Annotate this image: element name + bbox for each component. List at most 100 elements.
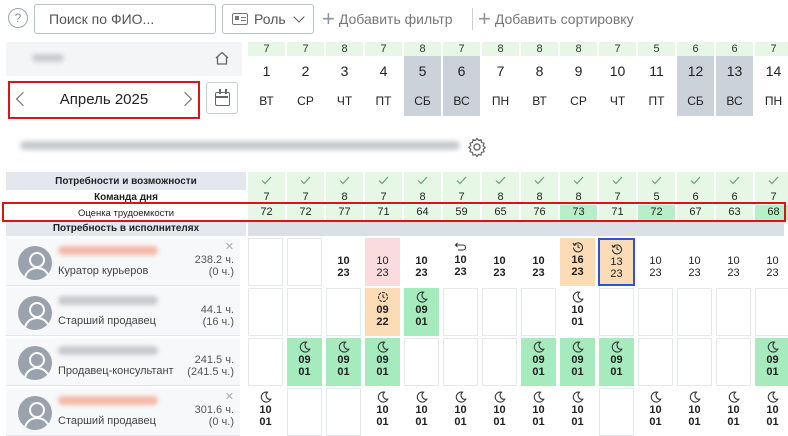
shift-cell[interactable]	[521, 288, 556, 336]
role-select[interactable]: Роль	[222, 4, 314, 34]
shift-end: 23	[493, 267, 506, 279]
day-column-13[interactable]: 6 13 ВС	[716, 42, 753, 116]
shift-cell[interactable]: 10 01	[716, 388, 751, 436]
day-column-1[interactable]: 7 1 ВТ	[248, 42, 285, 116]
shift-cell[interactable]: 10 01	[560, 388, 595, 436]
shift-cell[interactable]	[599, 388, 634, 436]
shift-cell[interactable]	[599, 288, 634, 336]
shift-cell[interactable]	[287, 288, 322, 336]
remove-employee-icon[interactable]: ✕	[225, 390, 234, 403]
shift-cell[interactable]: 10 23	[638, 238, 673, 286]
day-column-9[interactable]: 8 9 СР	[560, 42, 597, 116]
shift-cell[interactable]: 09 01	[521, 338, 556, 386]
shift-cell[interactable]: 10 23	[677, 238, 712, 286]
shift-cell[interactable]: 09 01	[326, 338, 361, 386]
month-label: Апрель 2025	[59, 91, 149, 108]
shift-end: 01	[298, 366, 311, 378]
employee-card[interactable]: Старший продавец 44.1 ч. (16 ч.)	[6, 288, 240, 336]
shift-cell[interactable]	[404, 338, 439, 386]
employee-name-blurred	[58, 246, 158, 255]
day-column-14[interactable]: 7 14 ПН	[755, 42, 788, 116]
shift-cell[interactable]: 10 01	[482, 388, 517, 436]
day-column-11[interactable]: 5 11 ПТ	[638, 42, 675, 116]
shift-cell[interactable]: 09 01	[599, 338, 634, 386]
shift-cell[interactable]: 10 23	[404, 238, 439, 286]
plus-icon: +	[322, 6, 335, 31]
shift-cell[interactable]	[755, 288, 788, 336]
day-column-3[interactable]: 8 3 ЧТ	[326, 42, 363, 116]
shift-cell[interactable]: 10 01	[521, 388, 556, 436]
day-column-4[interactable]: 7 4 ПТ	[365, 42, 402, 116]
shift-cell[interactable]: 13 23	[598, 238, 635, 286]
day-column-5[interactable]: 8 5 СБ	[404, 42, 441, 116]
shift-cell[interactable]	[716, 288, 751, 336]
add-sort-button[interactable]: + Добавить сортировку	[478, 4, 634, 34]
day-staff-count: 8	[560, 42, 597, 56]
home-icon[interactable]	[214, 50, 230, 66]
search-input[interactable]: Поиск по ФИО...	[34, 4, 216, 34]
shift-cell[interactable]	[326, 288, 361, 336]
shift-cell[interactable]: 16 23	[560, 238, 595, 286]
day-column-6[interactable]: 7 6 ВС	[443, 42, 480, 116]
shift-start: 10	[571, 304, 584, 316]
employee-card[interactable]: Продавец-консультант 241.5 ч. (241.5 ч.)	[6, 338, 240, 386]
shift-cell[interactable]: 10 01	[404, 388, 439, 436]
shift-cell[interactable]	[638, 288, 673, 336]
shift-cell[interactable]: 10 01	[365, 388, 400, 436]
day-column-2[interactable]: 7 2 СР	[287, 42, 324, 116]
shift-cell[interactable]: 10 23	[482, 238, 517, 286]
shift-cell[interactable]	[248, 338, 283, 386]
shift-cell[interactable]: 10 23	[326, 238, 361, 286]
shift-cell[interactable]	[248, 238, 283, 286]
shift-cell[interactable]: 09 01	[287, 338, 322, 386]
shift-cell[interactable]	[716, 338, 751, 386]
shift-cell[interactable]: 09 01	[755, 338, 788, 386]
shift-cell[interactable]	[443, 338, 478, 386]
gear-icon[interactable]	[466, 136, 488, 158]
employee-card[interactable]: Старший продавец 301.6 ч. (0 ч.) ✕	[6, 388, 240, 436]
help-icon[interactable]: ?	[8, 8, 28, 28]
shift-cell[interactable]: 09 01	[404, 288, 439, 336]
shift-start: 09	[766, 354, 779, 366]
calendar-button[interactable]	[206, 82, 238, 114]
shift-start: 09	[532, 354, 545, 366]
shift-cell[interactable]: 09 01	[365, 338, 400, 386]
day-column-12[interactable]: 6 12 СБ	[677, 42, 714, 116]
needs-check	[326, 172, 363, 190]
add-filter-button[interactable]: + Добавить фильтр	[322, 4, 453, 34]
shift-cell[interactable]: 10 23	[716, 238, 751, 286]
shift-cell[interactable]	[482, 338, 517, 386]
day-column-7[interactable]: 8 7 ПН	[482, 42, 519, 116]
day-staff-count: 8	[482, 42, 519, 56]
shift-cell[interactable]	[638, 338, 673, 386]
shift-cell[interactable]: 10 01	[443, 388, 478, 436]
shift-cell[interactable]: 10 01	[677, 388, 712, 436]
check-icon	[261, 176, 272, 185]
shift-cell[interactable]: 10 23	[521, 238, 556, 286]
shift-cell[interactable]: 10 01	[755, 388, 788, 436]
shift-cell[interactable]: 09 01	[560, 338, 595, 386]
moon-icon	[572, 291, 584, 303]
shift-cell[interactable]	[248, 288, 283, 336]
shift-cell[interactable]: 10 01	[638, 388, 673, 436]
shift-cell[interactable]	[287, 238, 322, 286]
shift-cell[interactable]: 10 01	[560, 288, 595, 336]
shift-cell[interactable]	[677, 338, 712, 386]
shift-cell[interactable]	[677, 288, 712, 336]
shift-cell[interactable]: 09 22	[365, 288, 400, 336]
shift-end: 01	[376, 366, 389, 378]
employee-card[interactable]: Куратор курьеров 238.2 ч. (0 ч.) ✕	[6, 238, 240, 286]
shift-end: 23	[532, 267, 545, 279]
shift-cell[interactable]: 10 23	[755, 238, 788, 286]
shift-cell[interactable]	[326, 388, 361, 436]
shift-cell[interactable]: 10 23	[443, 238, 478, 286]
day-column-10[interactable]: 7 10 ЧТ	[599, 42, 636, 116]
shift-cell[interactable]	[287, 388, 322, 436]
shift-cell[interactable]: 10 23	[365, 238, 400, 286]
day-column-8[interactable]: 8 8 ВТ	[521, 42, 558, 116]
shift-cell[interactable]	[482, 288, 517, 336]
shift-cell[interactable]	[443, 288, 478, 336]
remove-employee-icon[interactable]: ✕	[225, 240, 234, 253]
shift-cell[interactable]: 10 01	[248, 388, 283, 436]
moon-icon	[650, 391, 662, 403]
